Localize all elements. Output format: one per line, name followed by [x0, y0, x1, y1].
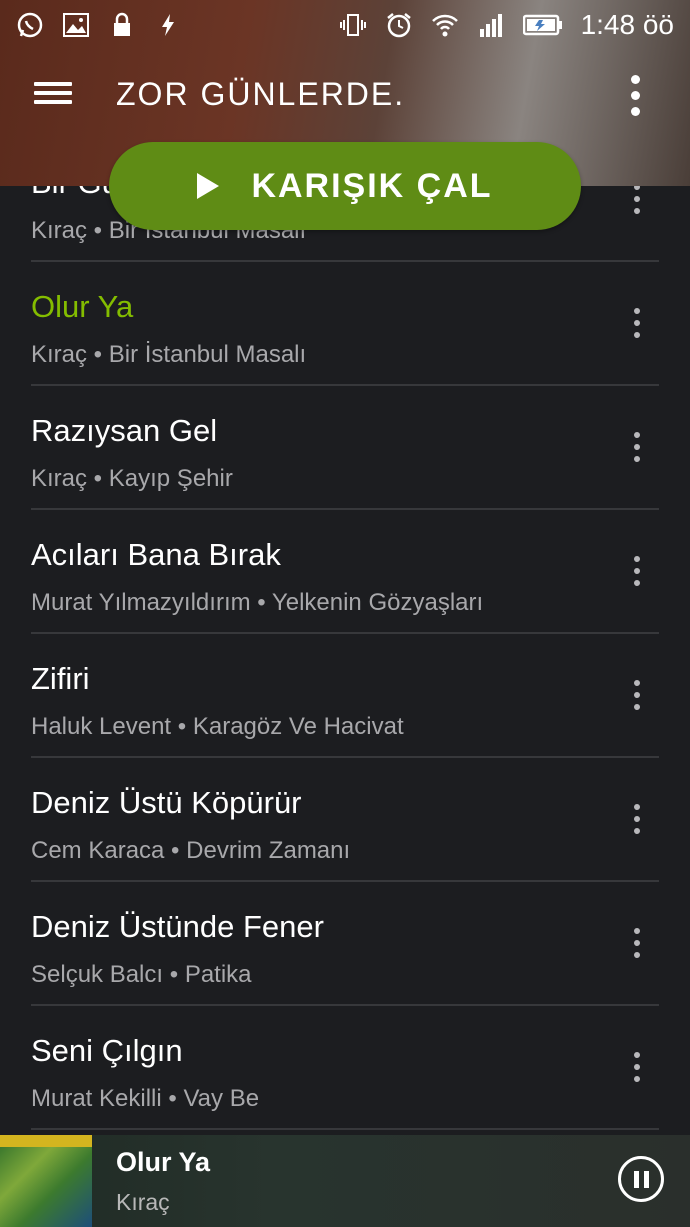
image-icon [62, 11, 90, 39]
shuffle-play-label: KARIŞIK ÇAL [251, 166, 493, 205]
track-title: Deniz Üstü Köpürür [31, 785, 302, 820]
track-subtitle: Cem Karaca • Devrim Zamanı [31, 837, 351, 864]
track-subtitle: Kıraç • Bir İstanbul Masalı [31, 341, 307, 368]
whatsapp-icon [16, 11, 44, 39]
now-playing-artist: Kıraç [116, 1189, 170, 1215]
track-row-playing[interactable]: Olur Ya Kıraç • Bir İstanbul Masalı [31, 262, 659, 386]
menu-icon[interactable] [34, 77, 72, 113]
track-list: Bir Gün Kıraç • Bir İstanbul Masalı Olur… [0, 138, 690, 1130]
track-subtitle: Haluk Levent • Karagöz Ve Hacivat [31, 713, 404, 740]
track-subtitle: Murat Kekilli • Vay Be [31, 1085, 260, 1112]
track-more-icon[interactable] [625, 556, 649, 592]
track-more-icon[interactable] [625, 804, 649, 840]
status-time: 1:48 öö [580, 9, 674, 40]
shuffle-play-button[interactable]: KARIŞIK ÇAL [109, 142, 581, 230]
track-more-icon[interactable] [625, 680, 649, 716]
track-title: Acıları Bana Bırak [31, 537, 281, 572]
alarm-icon [385, 11, 413, 39]
overflow-menu-icon[interactable] [620, 70, 650, 120]
track-row[interactable]: Razıysan Gel Kıraç • Kayıp Şehir [31, 386, 659, 510]
track-row[interactable]: Deniz Üstünde Fener Selçuk Balcı • Patik… [31, 882, 659, 1006]
battery-charging-icon [522, 11, 563, 39]
album-art[interactable] [0, 1135, 92, 1227]
page-title: ZOR GÜNLERDE. [116, 76, 406, 112]
track-row[interactable]: Acıları Bana Bırak Murat Yılmazyıldırım … [31, 510, 659, 634]
now-playing-title: Olur Ya [116, 1147, 211, 1177]
flash-icon [154, 11, 182, 39]
track-title: Seni Çılgın [31, 1033, 183, 1068]
lock-icon [108, 11, 136, 39]
vibrate-icon [339, 11, 367, 39]
app-toolbar: ZOR GÜNLERDE. [0, 60, 690, 130]
track-more-icon[interactable] [625, 184, 649, 220]
track-row[interactable]: Deniz Üstü Köpürür Cem Karaca • Devrim Z… [31, 758, 659, 882]
status-bar: 1:48 öö [0, 0, 690, 50]
track-row[interactable]: Zifiri Haluk Levent • Karagöz Ve Hacivat [31, 634, 659, 758]
signal-icon [477, 11, 505, 39]
track-title: Zifiri [31, 661, 90, 696]
track-title: Deniz Üstünde Fener [31, 909, 324, 944]
track-more-icon[interactable] [625, 308, 649, 344]
track-title: Razıysan Gel [31, 413, 218, 448]
wifi-icon [431, 11, 459, 39]
track-more-icon[interactable] [625, 432, 649, 468]
play-icon [197, 173, 220, 199]
track-more-icon[interactable] [625, 1052, 649, 1088]
track-more-icon[interactable] [625, 928, 649, 964]
track-subtitle: Selçuk Balcı • Patika [31, 961, 252, 988]
now-playing-bar[interactable]: Olur Ya Kıraç [0, 1135, 690, 1227]
track-subtitle: Murat Yılmazyıldırım • Yelkenin Gözyaşla… [31, 589, 484, 616]
pause-icon[interactable] [618, 1156, 664, 1202]
track-title: Olur Ya [31, 289, 134, 324]
track-row[interactable]: Seni Çılgın Murat Kekilli • Vay Be [31, 1006, 659, 1130]
track-subtitle: Kıraç • Kayıp Şehir [31, 465, 233, 492]
